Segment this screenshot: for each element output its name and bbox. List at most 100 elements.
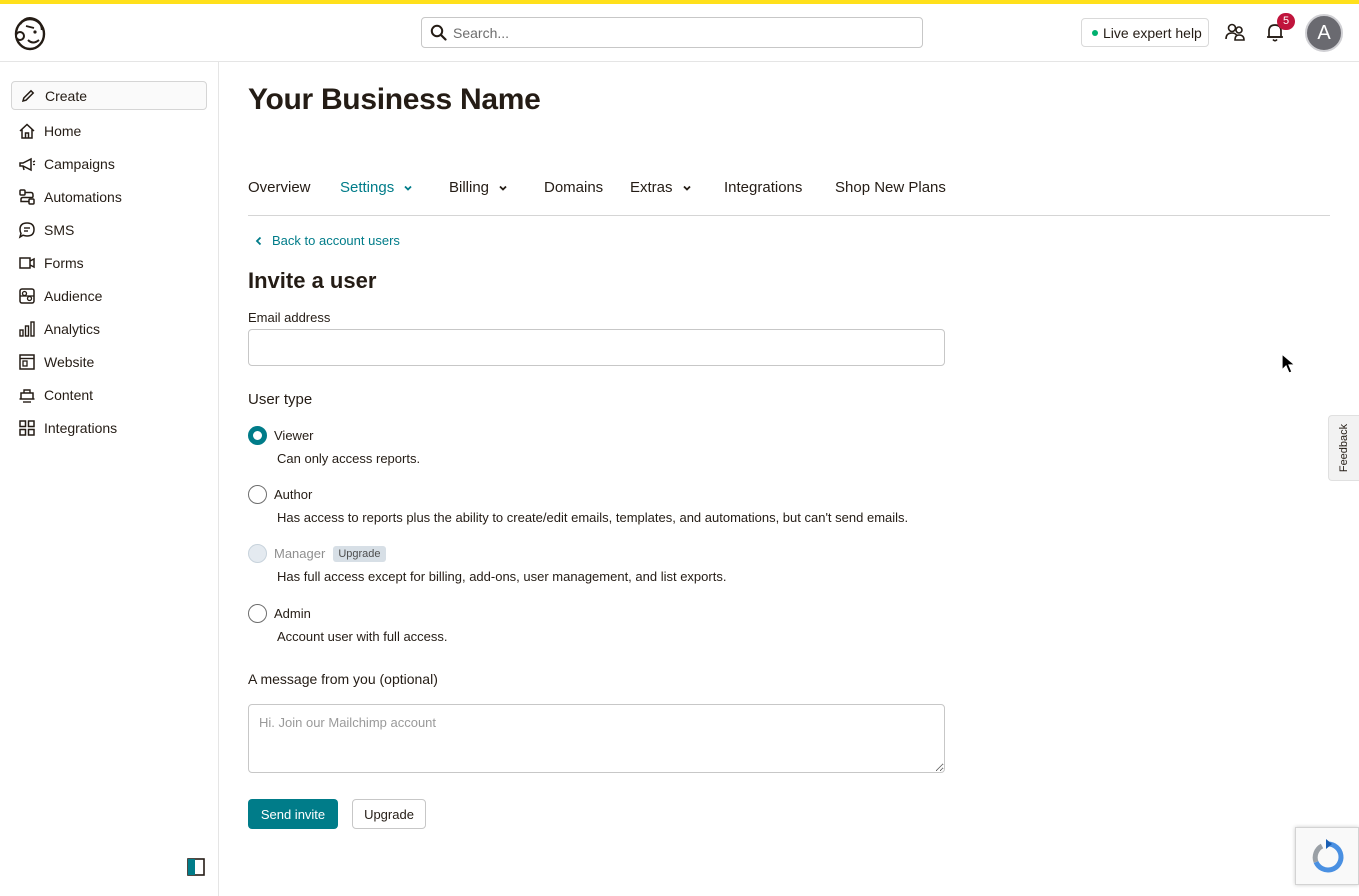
pencil-icon bbox=[21, 89, 35, 102]
sidebar-item-sms[interactable]: SMS bbox=[18, 219, 74, 241]
sidebar-item-label: Audience bbox=[44, 288, 103, 304]
message-textarea[interactable] bbox=[248, 704, 945, 773]
sidebar-item-label: Campaigns bbox=[44, 156, 115, 172]
sidebar-item-website[interactable]: Website bbox=[18, 351, 94, 373]
recaptcha-icon bbox=[1312, 839, 1344, 873]
send-invite-button[interactable]: Send invite bbox=[248, 799, 338, 829]
back-link-label: Back to account users bbox=[272, 233, 400, 248]
create-button[interactable]: Create bbox=[11, 81, 207, 110]
sidebar-item-automations[interactable]: Automations bbox=[18, 186, 122, 208]
tab-label: Domains bbox=[544, 179, 604, 196]
sidebar-item-analytics[interactable]: Analytics bbox=[18, 318, 100, 340]
invite-user-heading: Invite a user bbox=[248, 268, 377, 293]
user-type-label: User type bbox=[248, 391, 313, 408]
sidebar-item-label: SMS bbox=[44, 222, 75, 238]
sidebar-item-label: Integrations bbox=[44, 420, 118, 436]
tab-overview[interactable]: Overview bbox=[248, 179, 311, 196]
viewer-radio[interactable] bbox=[248, 426, 267, 445]
sidebar-item-label: Home bbox=[44, 123, 82, 139]
sidebar-item-forms[interactable]: Forms bbox=[18, 252, 84, 274]
chevron-down-icon bbox=[499, 185, 507, 191]
feedback-label: Feedback bbox=[1338, 423, 1350, 473]
tab-extras[interactable]: Extras bbox=[630, 179, 692, 196]
search-icon bbox=[430, 24, 447, 41]
online-status-dot bbox=[1092, 29, 1098, 36]
analytics-icon bbox=[19, 321, 35, 337]
admin-description: Account user with full access. bbox=[277, 629, 448, 644]
main-content: Your Business Name Overview Settings Bil… bbox=[219, 62, 1359, 896]
automations-icon bbox=[19, 189, 35, 205]
tab-label: Extras bbox=[630, 179, 673, 196]
user-type-author-option[interactable]: Author bbox=[248, 485, 312, 504]
mouse-cursor-icon bbox=[1281, 353, 1297, 374]
notification-badge: 5 bbox=[1277, 13, 1295, 30]
author-radio[interactable] bbox=[248, 485, 267, 504]
tab-label: Integrations bbox=[724, 179, 803, 196]
website-icon bbox=[19, 354, 35, 370]
chevron-down-icon bbox=[404, 185, 412, 191]
sidebar-collapse-icon[interactable] bbox=[187, 858, 205, 876]
avatar-initial: A bbox=[1317, 21, 1331, 44]
sms-icon bbox=[18, 222, 35, 239]
create-label: Create bbox=[45, 87, 88, 104]
tab-label: Billing bbox=[449, 179, 490, 196]
sidebar-item-audience[interactable]: Audience bbox=[18, 285, 102, 307]
megaphone-icon bbox=[19, 157, 36, 172]
recaptcha-badge[interactable] bbox=[1295, 827, 1359, 885]
user-type-admin-option[interactable]: Admin bbox=[248, 604, 311, 623]
mailchimp-logo-icon[interactable] bbox=[12, 14, 48, 52]
sidebar-item-integrations[interactable]: Integrations bbox=[18, 417, 117, 439]
home-icon bbox=[19, 123, 35, 139]
sidebar-item-home[interactable]: Home bbox=[18, 120, 81, 142]
forms-icon bbox=[19, 257, 35, 269]
manager-description: Has full access except for billing, add-… bbox=[277, 569, 727, 584]
user-type-viewer-option[interactable]: Viewer bbox=[248, 426, 314, 445]
manager-radio bbox=[248, 544, 267, 563]
tab-label: Settings bbox=[340, 179, 395, 196]
viewer-description: Can only access reports. bbox=[277, 451, 421, 466]
author-description: Has access to reports plus the ability t… bbox=[277, 510, 909, 525]
content-icon bbox=[19, 389, 35, 403]
author-label: Author bbox=[274, 487, 313, 502]
tab-label: Shop New Plans bbox=[835, 179, 946, 196]
message-label: A message from you (optional) bbox=[248, 671, 438, 687]
avatar[interactable]: A bbox=[1305, 14, 1343, 52]
viewer-label: Viewer bbox=[274, 428, 314, 443]
tab-shop-new-plans[interactable]: Shop New Plans bbox=[835, 179, 946, 196]
upgrade-button[interactable]: Upgrade bbox=[352, 799, 426, 829]
sidebar-item-campaigns[interactable]: Campaigns bbox=[18, 153, 115, 175]
chevron-down-icon bbox=[682, 185, 691, 191]
user-switch-icon[interactable] bbox=[1224, 21, 1246, 43]
email-address-label: Email address bbox=[248, 310, 331, 325]
feedback-tab[interactable]: Feedback bbox=[1328, 415, 1359, 481]
tab-label: Overview bbox=[248, 179, 311, 196]
upgrade-badge: Upgrade bbox=[333, 545, 386, 562]
tab-billing[interactable]: Billing bbox=[449, 179, 508, 196]
user-type-manager-option: Manager Upgrade bbox=[248, 544, 386, 563]
back-to-account-users-link[interactable]: Back to account users bbox=[255, 233, 400, 248]
sidebar-item-label: Forms bbox=[44, 255, 84, 271]
sidebar: Create Home Campaigns Automations SMS Fo… bbox=[0, 62, 219, 896]
email-field[interactable] bbox=[248, 329, 945, 366]
sidebar-item-label: Content bbox=[44, 387, 94, 403]
search-input[interactable] bbox=[453, 24, 893, 41]
sidebar-item-label: Analytics bbox=[44, 321, 101, 337]
page-title: Your Business Name bbox=[248, 83, 541, 116]
live-expert-help-button[interactable]: Live expert help bbox=[1081, 18, 1209, 47]
top-header: Live expert help 5 A bbox=[0, 4, 1359, 62]
tab-settings[interactable]: Settings bbox=[340, 179, 413, 196]
sidebar-item-label: Website bbox=[44, 354, 95, 370]
admin-label: Admin bbox=[274, 606, 311, 621]
account-tabs: Overview Settings Billing Domains Extras… bbox=[248, 167, 1330, 216]
sidebar-item-content[interactable]: Content bbox=[18, 384, 93, 406]
sidebar-item-label: Automations bbox=[44, 189, 122, 205]
tab-integrations[interactable]: Integrations bbox=[724, 179, 802, 196]
audience-icon bbox=[19, 288, 35, 304]
search-box[interactable] bbox=[421, 17, 923, 48]
live-help-label: Live expert help bbox=[1103, 24, 1202, 41]
tab-domains[interactable]: Domains bbox=[544, 179, 603, 196]
chevron-left-icon bbox=[255, 236, 262, 245]
admin-radio[interactable] bbox=[248, 604, 267, 623]
integrations-icon bbox=[19, 420, 35, 436]
manager-label: Manager bbox=[274, 546, 326, 561]
